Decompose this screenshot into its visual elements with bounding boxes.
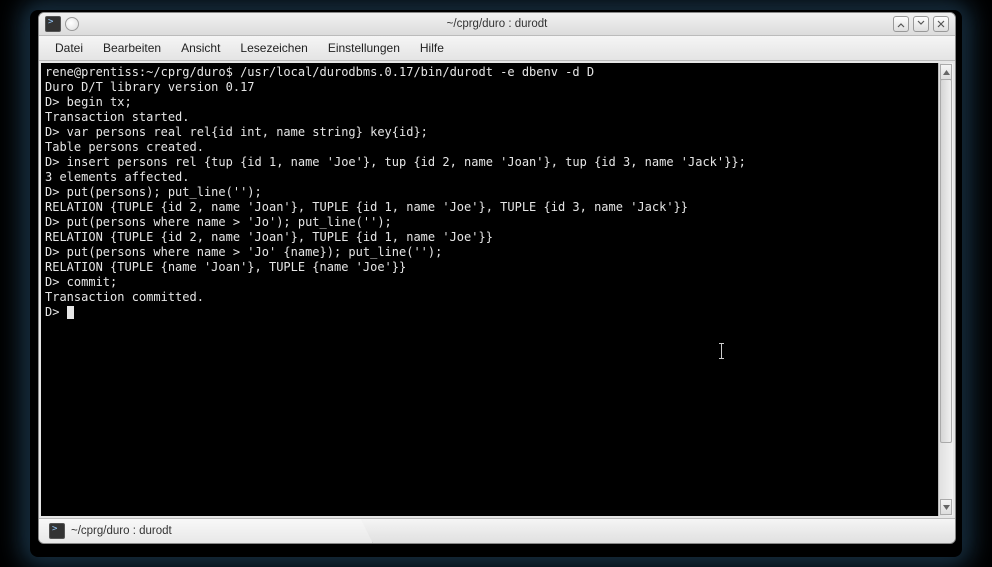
- terminal-icon: [49, 523, 65, 539]
- menu-einstellungen[interactable]: Einstellungen: [318, 38, 410, 58]
- maximize-button[interactable]: [913, 16, 929, 32]
- block-cursor: [67, 306, 74, 319]
- menu-datei[interactable]: Datei: [45, 38, 93, 58]
- text-cursor-icon: [721, 343, 722, 359]
- menu-ansicht[interactable]: Ansicht: [171, 38, 230, 58]
- sticky-toggle-icon[interactable]: [65, 17, 79, 31]
- terminal-window: ~/cprg/duro : durodt Datei Bearbeiten An…: [38, 12, 956, 544]
- minimize-button[interactable]: [893, 16, 909, 32]
- scroll-down-button[interactable]: [940, 499, 952, 515]
- menubar: Datei Bearbeiten Ansicht Lesezeichen Ein…: [39, 36, 955, 61]
- scroll-thumb[interactable]: [940, 79, 952, 443]
- app-menu-icon[interactable]: [45, 16, 61, 32]
- close-button[interactable]: [933, 16, 949, 32]
- scrollbar[interactable]: [938, 63, 953, 516]
- window-title: ~/cprg/duro : durodt: [39, 18, 955, 30]
- scroll-up-button[interactable]: [940, 64, 952, 80]
- menu-bearbeiten[interactable]: Bearbeiten: [93, 38, 171, 58]
- tab-bar: ~/cprg/duro : durodt: [39, 518, 955, 543]
- terminal-output[interactable]: rene@prentiss:~/cprg/duro$ /usr/local/du…: [41, 63, 938, 516]
- menu-hilfe[interactable]: Hilfe: [410, 38, 454, 58]
- menu-lesezeichen[interactable]: Lesezeichen: [230, 38, 317, 58]
- titlebar[interactable]: ~/cprg/duro : durodt: [39, 13, 955, 36]
- tab-active[interactable]: ~/cprg/duro : durodt: [39, 519, 373, 543]
- tab-label: ~/cprg/duro : durodt: [71, 525, 172, 537]
